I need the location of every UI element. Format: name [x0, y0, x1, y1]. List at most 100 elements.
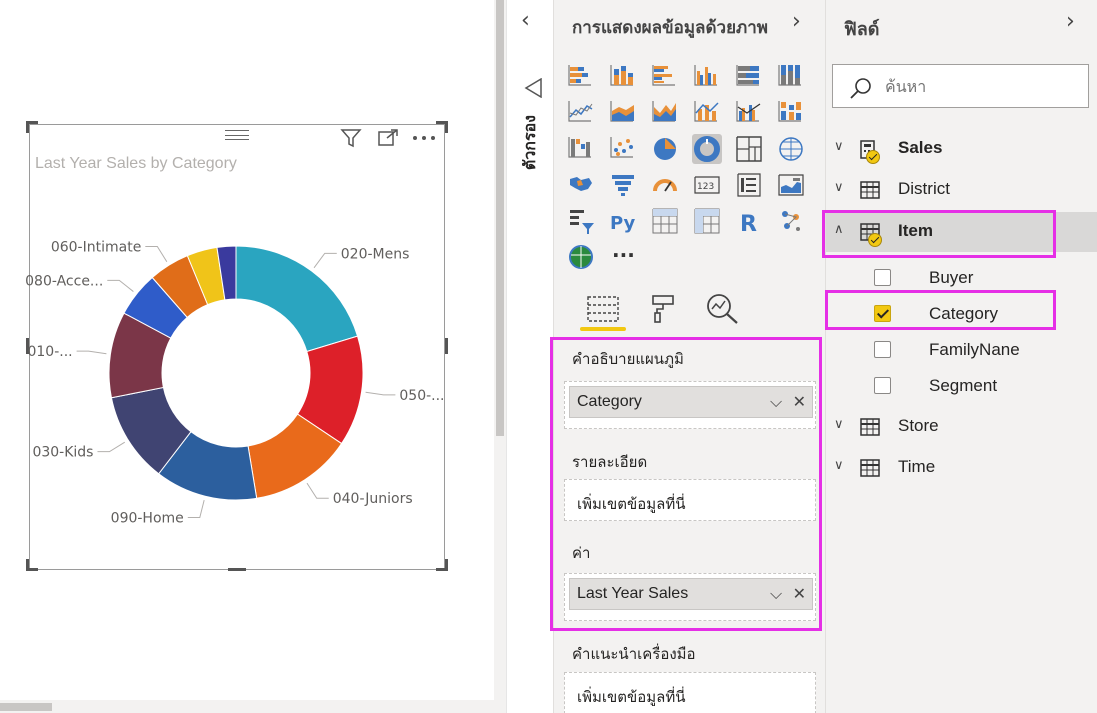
fields-pane: ฟิลด์ › ∨ Sales ∨ District ∧ Item Buyer — [822, 0, 1097, 713]
leader-line — [97, 441, 126, 453]
svg-text:···: ··· — [612, 243, 635, 267]
clustered-bar-chart-icon[interactable] — [650, 62, 680, 92]
slice-data-label: 050-... — [399, 388, 444, 404]
filters-pane-label[interactable]: ตัวกรอง — [517, 115, 542, 170]
highlight-box-wells — [550, 337, 822, 631]
table-row-time[interactable]: ∨ Time — [826, 450, 1097, 486]
svg-text:123: 123 — [697, 182, 714, 192]
field-checkbox[interactable] — [874, 341, 891, 358]
table-icon — [860, 181, 880, 203]
filter-pane-icon[interactable] — [524, 77, 542, 102]
table-icon — [860, 459, 880, 481]
filled-map-icon[interactable] — [566, 170, 596, 200]
field-row-segment[interactable]: Segment — [826, 368, 1097, 404]
kpi-icon[interactable] — [776, 170, 806, 200]
slice-data-label: 060-Intimate — [51, 239, 141, 255]
fields-pane-title: ฟิลด์ — [844, 19, 880, 40]
tooltips-well[interactable]: เพิ่มเขตข้อมูลที่นี่ — [564, 672, 816, 713]
svg-text:Py: Py — [610, 213, 636, 234]
stacked-area-chart-icon[interactable] — [650, 98, 680, 128]
100-stacked-column-chart-icon[interactable] — [776, 62, 806, 92]
waterfall-chart-icon[interactable] — [566, 134, 596, 164]
more-visuals-icon[interactable]: ··· — [608, 242, 638, 272]
line-chart-icon[interactable] — [566, 98, 596, 128]
card-icon[interactable]: 123 — [692, 170, 722, 200]
arcgis-map-icon[interactable] — [566, 242, 596, 272]
table-name: Store — [898, 416, 939, 435]
table-row-sales[interactable]: ∨ Sales — [826, 131, 1097, 167]
table-name: Time — [898, 457, 936, 476]
slice-data-label: 010-... — [27, 344, 72, 360]
expand-filters-chevron-icon[interactable]: ‹ — [521, 8, 530, 33]
collapse-fields-chevron-icon[interactable]: › — [1066, 9, 1075, 34]
table-name: Sales — [898, 138, 943, 157]
chevron-down-icon[interactable]: ∨ — [834, 458, 850, 474]
stacked-bar-chart-icon[interactable] — [566, 62, 596, 92]
svg-text:R: R — [740, 212, 757, 235]
filters-pane-collapsed[interactable]: ‹ ตัวกรอง — [507, 0, 554, 713]
leader-line — [76, 350, 107, 355]
matrix-icon[interactable] — [692, 206, 722, 236]
leader-line — [107, 279, 134, 292]
search-icon — [849, 76, 873, 104]
chevron-down-icon[interactable]: ∨ — [834, 180, 850, 196]
highlight-box-category — [825, 290, 1056, 330]
canvas-vertical-scrollbar[interactable] — [494, 0, 506, 713]
viz-pane-tabs — [554, 285, 826, 335]
format-paint-roller-icon[interactable] — [640, 291, 686, 327]
report-canvas[interactable]: Last Year Sales by Category 020-Mens 050-… — [0, 0, 507, 713]
calculator-table-icon — [860, 140, 880, 164]
checked-badge-icon — [866, 150, 880, 164]
leader-line — [145, 245, 168, 263]
fields-tab-icon[interactable] — [580, 291, 626, 331]
map-icon[interactable] — [776, 134, 806, 164]
100-stacked-bar-chart-icon[interactable] — [734, 62, 764, 92]
visualizations-pane-title: การแสดงผลข้อมูลด้วยภาพ — [572, 18, 768, 38]
field-row-familynane[interactable]: FamilyNane — [826, 332, 1097, 368]
slice-data-label: 030-Kids — [32, 445, 93, 461]
gauge-icon[interactable] — [650, 170, 680, 200]
fields-search-box[interactable] — [832, 64, 1089, 108]
table-row-district[interactable]: ∨ District — [826, 172, 1097, 208]
stacked-column-chart-icon[interactable] — [608, 62, 638, 92]
line-and-column-chart-icon[interactable] — [692, 98, 722, 128]
table-row-store[interactable]: ∨ Store — [826, 409, 1097, 445]
tooltips-well-placeholder: เพิ่มเขตข้อมูลที่นี่ — [577, 688, 686, 706]
leader-line — [187, 499, 205, 519]
visualizations-pane: การแสดงผลข้อมูลด้วยภาพ › 123 Py R ··· คำอธิ… — [550, 0, 826, 713]
tooltips-well-label: คำแนะนำเครื่องมือ — [572, 645, 696, 663]
ribbon-chart-icon[interactable] — [776, 98, 806, 128]
field-checkbox[interactable] — [874, 377, 891, 394]
field-checkbox[interactable] — [874, 269, 891, 286]
r-script-visual-icon[interactable]: R — [734, 206, 764, 236]
funnel-icon[interactable] — [608, 170, 638, 200]
slicer-icon[interactable] — [566, 206, 596, 236]
highlight-box-item — [822, 210, 1056, 258]
field-name: Segment — [929, 376, 998, 395]
area-chart-icon[interactable] — [608, 98, 638, 128]
leader-line — [306, 482, 329, 499]
donut-chart-icon[interactable] — [692, 134, 722, 164]
leader-line — [313, 252, 337, 269]
donut-slice-020-mens[interactable] — [235, 245, 359, 353]
analytics-magnifier-icon[interactable] — [700, 291, 746, 327]
clustered-column-chart-icon[interactable] — [692, 62, 722, 92]
table-name: District — [898, 179, 950, 198]
treemap-icon[interactable] — [734, 134, 764, 164]
table-icon — [860, 418, 880, 440]
donut-chart: 020-Mens 050-... 040-Juniors 090-Home 030-Ki… — [25, 239, 444, 527]
line-and-clustered-column-chart-icon[interactable] — [734, 98, 764, 128]
search-input[interactable] — [885, 73, 1075, 99]
chevron-down-icon[interactable]: ∨ — [834, 417, 850, 433]
python-visual-icon[interactable]: Py — [608, 206, 638, 236]
table-icon[interactable] — [650, 206, 680, 236]
key-influencers-icon[interactable] — [776, 206, 806, 236]
multi-row-card-icon[interactable] — [734, 170, 764, 200]
slice-data-label: 090-Home — [111, 511, 184, 527]
slice-data-label: 020-Mens — [341, 246, 410, 262]
chevron-down-icon[interactable]: ∨ — [834, 139, 850, 155]
collapse-visualizations-chevron-icon[interactable]: › — [792, 9, 801, 34]
canvas-horizontal-scrollbar[interactable] — [0, 700, 494, 713]
pie-chart-icon[interactable] — [650, 134, 680, 164]
scatter-chart-icon[interactable] — [608, 134, 638, 164]
